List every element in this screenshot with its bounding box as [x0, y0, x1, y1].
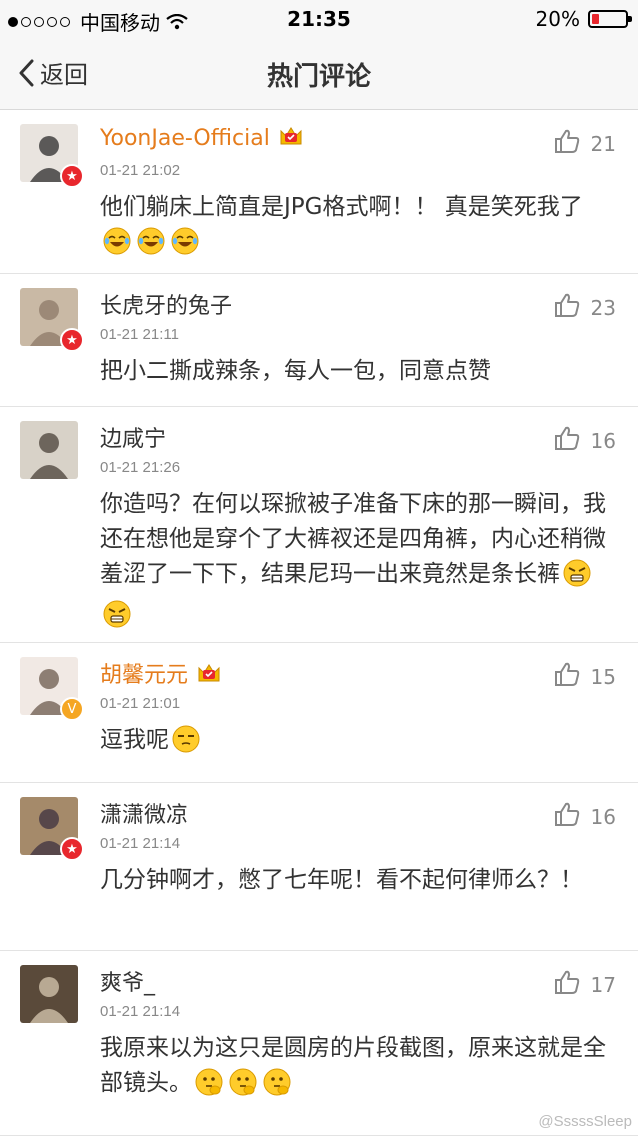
- like-count: 21: [590, 131, 616, 156]
- comment-text-body: 把小二撕成辣条，每人一包，同意点赞: [100, 358, 491, 384]
- comment-item[interactable]: ★ 潇潇微凉 01-21 21:14 16 几分钟啊才，憋了七年呢！看不起何律师么？！: [0, 783, 638, 951]
- thinking-emoji-icon: [263, 1068, 291, 1107]
- laughing-cry-emoji-icon: [137, 227, 165, 266]
- like-button[interactable]: 15: [553, 661, 616, 692]
- username-text: 胡馨元元: [100, 663, 189, 688]
- like-count: 23: [590, 295, 616, 320]
- comment-text: 我原来以为这只是圆房的片段截图，原来这就是全部镜头。: [100, 1031, 612, 1107]
- member-crown-icon: [278, 124, 304, 154]
- comment-text: 逗我呢: [100, 723, 612, 764]
- username-text: YoonJae-Official: [100, 126, 270, 151]
- comment-time: 01-21 21:14: [100, 1003, 181, 1020]
- comment-item[interactable]: ★ 长虎牙的兔子 01-21 21:11 23 把小二撕成辣条，每人一包，同意点赞: [0, 274, 638, 407]
- avatar[interactable]: [20, 965, 78, 1023]
- comment-text-body: 他们躺床上简直是JPG格式啊！！ 真是笑死我了: [100, 194, 583, 220]
- username[interactable]: 长虎牙的兔子: [100, 288, 232, 320]
- like-button[interactable]: 16: [553, 425, 616, 456]
- comment-time: 01-21 21:14: [100, 835, 181, 852]
- comment-text-body: 几分钟啊才，憋了七年呢！看不起何律师么？！: [100, 867, 583, 893]
- username[interactable]: 爽爷_: [100, 965, 155, 997]
- thumbs-up-icon: [553, 128, 581, 159]
- page-title: 热门评论: [266, 62, 371, 92]
- comment-time: 01-21 21:02: [100, 162, 181, 179]
- angry-emoji-icon: [563, 559, 591, 598]
- nav-bar: 返回 热门评论: [0, 38, 638, 110]
- comment-time: 01-21 21:26: [100, 459, 181, 476]
- like-button[interactable]: 16: [553, 801, 616, 832]
- comment-text: 几分钟啊才，憋了七年呢！看不起何律师么？！: [100, 863, 612, 898]
- username[interactable]: 胡馨元元: [100, 657, 222, 691]
- battery-icon: [588, 10, 632, 28]
- comment-list: ★ YoonJae-Official 01-21 21:02 21 他们躺床上简直是JP…: [0, 110, 638, 1136]
- like-button[interactable]: 17: [553, 969, 616, 1000]
- username-text: 长虎牙的兔子: [100, 294, 233, 319]
- comment-text: 他们躺床上简直是JPG格式啊！！ 真是笑死我了: [100, 190, 612, 266]
- verified-star-icon: ★: [60, 164, 84, 188]
- comment-text-body: 逗我呢: [100, 727, 169, 753]
- comment-time: 01-21 21:11: [100, 326, 179, 343]
- battery-percent: 20%: [535, 7, 580, 31]
- comment-item[interactable]: 边咸宁 01-21 21:26 16 你造吗？在何以琛掀被子准备下床的那一瞬间，我还在…: [0, 407, 638, 643]
- like-count: 16: [590, 804, 616, 829]
- like-count: 15: [590, 664, 616, 689]
- username-text: 爽爷_: [100, 971, 156, 996]
- thumbs-up-icon: [553, 425, 581, 456]
- comment-text: 你造吗？在何以琛掀被子准备下床的那一瞬间，我还在想他是穿个了大裤衩还是四角裤，内…: [100, 487, 612, 639]
- username[interactable]: 潇潇微凉: [100, 797, 188, 829]
- comment-text: 把小二撕成辣条，每人一包，同意点赞: [100, 354, 612, 389]
- avatar[interactable]: ★: [20, 124, 84, 188]
- thumbs-up-icon: [553, 801, 581, 832]
- username-text: 潇潇微凉: [100, 803, 189, 828]
- like-count: 17: [590, 972, 616, 997]
- unamused-emoji-icon: [172, 725, 200, 764]
- comment-time: 01-21 21:01: [100, 695, 181, 712]
- laughing-cry-emoji-icon: [103, 227, 131, 266]
- thumbs-up-icon: [553, 969, 581, 1000]
- username[interactable]: 边咸宁: [100, 421, 166, 453]
- username[interactable]: YoonJae-Official: [100, 124, 304, 154]
- avatar[interactable]: [20, 421, 78, 479]
- thinking-emoji-icon: [229, 1068, 257, 1107]
- comment-text-body: 你造吗？在何以琛掀被子准备下床的那一瞬间，我还在想他是穿个了大裤衩还是四角裤，内…: [100, 491, 606, 587]
- comment-item[interactable]: ★ YoonJae-Official 01-21 21:02 21 他们躺床上简直是JP…: [0, 110, 638, 274]
- verified-star-icon: ★: [60, 328, 84, 352]
- verified-v-icon: V: [60, 697, 84, 721]
- comment-text-body: 我原来以为这只是圆房的片段截图，原来这就是全部镜头。: [100, 1035, 606, 1096]
- like-count: 16: [590, 428, 616, 453]
- username-text: 边咸宁: [100, 427, 167, 452]
- status-bar: 中国移动 21:35 20%: [0, 0, 638, 38]
- angry-emoji-icon: [103, 600, 131, 639]
- avatar[interactable]: V: [20, 657, 84, 721]
- comment-item[interactable]: V 胡馨元元 01-21 21:01 15 逗我呢: [0, 643, 638, 783]
- thumbs-up-icon: [553, 661, 581, 692]
- verified-star-icon: ★: [60, 837, 84, 861]
- thumbs-up-icon: [553, 292, 581, 323]
- member-crown-icon: [196, 661, 222, 691]
- avatar[interactable]: ★: [20, 797, 84, 861]
- avatar[interactable]: ★: [20, 288, 84, 352]
- laughing-cry-emoji-icon: [171, 227, 199, 266]
- battery-group: 20%: [535, 7, 632, 31]
- comment-item[interactable]: 爽爷_ 01-21 21:14 17 我原来以为这只是圆房的片段截图，原来这就是全部镜…: [0, 951, 638, 1136]
- like-button[interactable]: 21: [553, 128, 616, 159]
- watermark: @SssssSleep: [538, 1113, 632, 1130]
- like-button[interactable]: 23: [553, 292, 616, 323]
- thinking-emoji-icon: [195, 1068, 223, 1107]
